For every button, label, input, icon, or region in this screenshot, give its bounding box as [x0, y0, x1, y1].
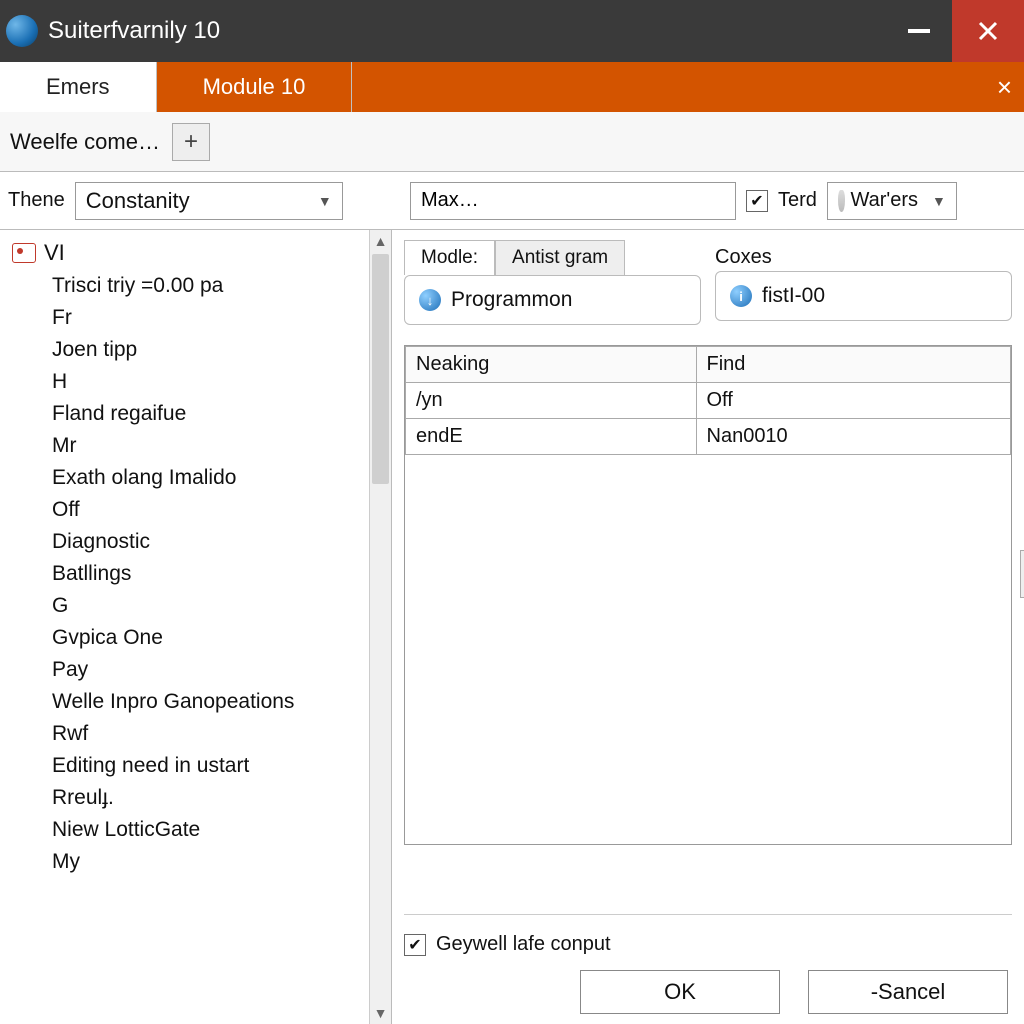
- output-row: Geywell lafe conput: [404, 927, 1012, 970]
- dialog-buttons: OK -Sancel: [404, 970, 1012, 1014]
- theme-combo[interactable]: Constanity ▼: [75, 182, 343, 220]
- tree-root-label: VI: [44, 240, 65, 266]
- bottom-controls: Geywell lafe conput OK -Sancel: [404, 914, 1012, 1014]
- app-icon: [6, 15, 38, 47]
- tree-item[interactable]: Fland regaifue: [12, 398, 385, 430]
- warers-value: War'ers: [851, 189, 919, 212]
- grid-cell[interactable]: Nan0010: [696, 419, 1011, 455]
- camera-icon: [12, 243, 36, 263]
- subtab-row: Weelfe come… +: [0, 112, 1024, 172]
- tree-item[interactable]: Rreulɟ.: [12, 782, 385, 814]
- close-icon: [976, 19, 1000, 43]
- tree-item[interactable]: H: [12, 366, 385, 398]
- tree-item[interactable]: Diagnostic: [12, 526, 385, 558]
- tree-item[interactable]: Welle Inpro Ganopeations: [12, 686, 385, 718]
- tree-item[interactable]: Batllings: [12, 558, 385, 590]
- download-icon: [419, 289, 441, 311]
- tree-item[interactable]: Niew LotticGate: [12, 814, 385, 846]
- tree-item[interactable]: Mr: [12, 430, 385, 462]
- tree-item[interactable]: Pay: [12, 654, 385, 686]
- scroll-up-icon[interactable]: ▲: [370, 230, 391, 252]
- cancel-button[interactable]: -Sancel: [808, 970, 1008, 1014]
- max-input[interactable]: [410, 182, 736, 220]
- output-checkbox[interactable]: [404, 934, 426, 956]
- chevron-down-icon: ▼: [932, 193, 946, 209]
- toolbar: Thene Constanity ▼ Terd War'ers ▼: [0, 172, 1024, 230]
- tree-root[interactable]: VI: [12, 236, 385, 270]
- splitter-handle[interactable]: ⋮: [1020, 550, 1024, 598]
- tab-modle[interactable]: Modle:: [404, 240, 495, 275]
- add-tab-button[interactable]: +: [172, 123, 210, 161]
- titlebar-left: Suiterfvarnily 10: [6, 15, 220, 47]
- grid-header-row: Neaking Find: [406, 347, 1011, 383]
- left-panel: VI Trisci triy =0.00 pa Fr Joen tipp H F…: [0, 230, 392, 1024]
- table-row[interactable]: endE Nan0010: [406, 419, 1011, 455]
- tree: VI Trisci triy =0.00 pa Fr Joen tipp H F…: [0, 230, 391, 1024]
- tree-item[interactable]: Exath olang Imalido: [12, 462, 385, 494]
- coxes-column: Coxes fistI-00: [715, 240, 1012, 325]
- ok-button[interactable]: OK: [580, 970, 780, 1014]
- modle-body[interactable]: Programmon: [404, 275, 701, 325]
- grid-header[interactable]: Find: [696, 347, 1011, 383]
- warers-combo[interactable]: War'ers ▼: [827, 182, 957, 220]
- grid-cell[interactable]: /yn: [406, 383, 697, 419]
- subtab-weelfe[interactable]: Weelfe come…: [8, 125, 162, 159]
- grid-header[interactable]: Neaking: [406, 347, 697, 383]
- theme-label: Thene: [8, 189, 65, 212]
- tree-item[interactable]: Off: [12, 494, 385, 526]
- modle-value: Programmon: [451, 288, 572, 312]
- output-label: Geywell lafe conput: [436, 933, 611, 956]
- tree-scrollbar[interactable]: ▲ ▼: [369, 230, 391, 1024]
- right-panel: Modle: Antist gram Programmon Coxes fist…: [392, 230, 1024, 1024]
- coxes-value: fistI-00: [762, 284, 825, 308]
- tree-item[interactable]: Editing need in ustart: [12, 750, 385, 782]
- coxes-label: Coxes: [715, 240, 1012, 271]
- tab-module-10[interactable]: Module 10: [157, 62, 353, 112]
- property-grid: Neaking Find /yn Off endE Nan0010: [404, 345, 1012, 845]
- theme-value: Constanity: [86, 188, 190, 214]
- titlebar: Suiterfvarnily 10: [0, 0, 1024, 62]
- tree-item[interactable]: G: [12, 590, 385, 622]
- tree-item[interactable]: My: [12, 846, 385, 878]
- grid-cell[interactable]: endE: [406, 419, 697, 455]
- chevron-down-icon: ▼: [318, 193, 332, 209]
- modle-column: Modle: Antist gram Programmon: [404, 240, 701, 325]
- info-icon: [730, 285, 752, 307]
- main-tabstrip: Emers Module 10 ×: [0, 62, 1024, 112]
- tree-item[interactable]: Gvpica One: [12, 622, 385, 654]
- tab-emers[interactable]: Emers: [0, 62, 157, 112]
- window-controls: [886, 0, 1024, 62]
- terd-checkbox[interactable]: [746, 190, 768, 212]
- info-row: Modle: Antist gram Programmon Coxes fist…: [404, 240, 1012, 325]
- window-title: Suiterfvarnily 10: [48, 17, 220, 45]
- coxes-body[interactable]: fistI-00: [715, 271, 1012, 321]
- table-row[interactable]: /yn Off: [406, 383, 1011, 419]
- minimize-button[interactable]: [886, 0, 952, 62]
- tree-item[interactable]: Joen tipp: [12, 334, 385, 366]
- scroll-down-icon[interactable]: ▼: [370, 1002, 391, 1024]
- tree-item[interactable]: Trisci triy =0.00 pa: [12, 270, 385, 302]
- terd-label: Terd: [778, 189, 817, 212]
- tag-icon: [838, 190, 845, 212]
- main-split: VI Trisci triy =0.00 pa Fr Joen tipp H F…: [0, 230, 1024, 1024]
- tree-item[interactable]: Fr: [12, 302, 385, 334]
- grid-cell[interactable]: Off: [696, 383, 1011, 419]
- tree-item[interactable]: Rwf: [12, 718, 385, 750]
- tab-artist-gram[interactable]: Antist gram: [495, 240, 625, 275]
- scroll-thumb[interactable]: [372, 254, 389, 484]
- tabstrip-close-icon[interactable]: ×: [997, 62, 1012, 112]
- close-button[interactable]: [952, 0, 1024, 62]
